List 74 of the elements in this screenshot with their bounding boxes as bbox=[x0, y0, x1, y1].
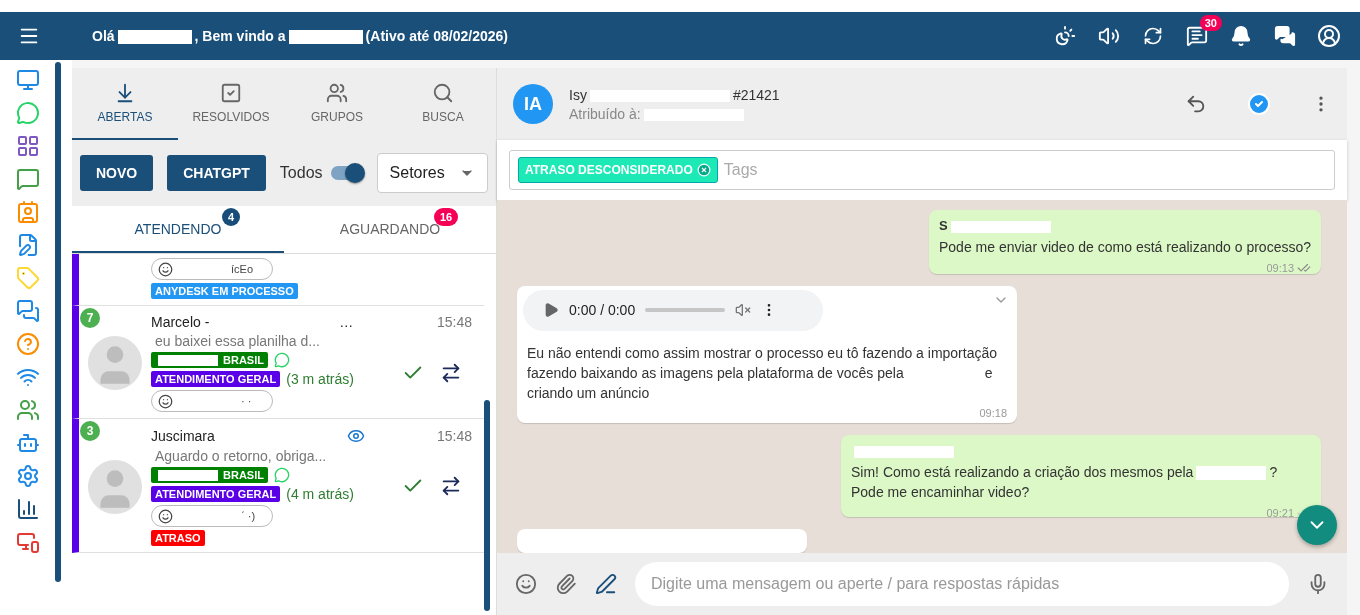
contact-name: Juscimara bbox=[151, 428, 341, 444]
ticket-time: 15:48 bbox=[436, 428, 472, 444]
tags-placeholder: Tags bbox=[723, 161, 758, 179]
queue-tag: ATENDIMENTO GERAL bbox=[151, 486, 281, 502]
tag-chip: ATRASO DESCONSIDERADO bbox=[518, 157, 718, 183]
unread-count: 3 bbox=[80, 421, 100, 441]
eye-icon bbox=[346, 427, 365, 445]
chat-bubbles-icon[interactable] bbox=[15, 299, 40, 323]
account-icon[interactable] bbox=[1316, 23, 1342, 49]
undo-icon[interactable] bbox=[1185, 93, 1207, 115]
message-text: Pode me enviar video de como está realizando o processo? bbox=[939, 238, 1311, 257]
users-icon[interactable] bbox=[15, 398, 40, 422]
message-time: 09:21 bbox=[1266, 507, 1294, 520]
devices-icon[interactable] bbox=[15, 530, 40, 554]
tab[interactable]: BUSCA bbox=[390, 68, 496, 140]
forum-icon[interactable] bbox=[1272, 23, 1298, 49]
emoji-icon[interactable] bbox=[515, 573, 537, 595]
chart-icon[interactable] bbox=[15, 497, 40, 521]
transfer-icon[interactable] bbox=[440, 475, 462, 497]
connection-tag: BRASIL bbox=[151, 352, 268, 368]
message-time: 09:18 bbox=[979, 407, 1007, 420]
whatsapp-icon bbox=[273, 352, 290, 368]
greeting-text: Olá , Bem vindo a (Ativo até 08/02/2026) bbox=[92, 27, 508, 45]
sender-name: S bbox=[939, 218, 1054, 233]
elapsed-time: (3 m atrás) bbox=[286, 371, 354, 387]
status-tag: ATRASO bbox=[151, 530, 205, 546]
contact-avatar: IA bbox=[513, 84, 553, 124]
ticket-time: 15:48 bbox=[436, 314, 472, 330]
queue-tag: ATENDIMENTO GERAL bbox=[151, 371, 281, 387]
sector-select[interactable]: Setores bbox=[376, 153, 488, 193]
toggle-switch[interactable] bbox=[330, 166, 363, 180]
elapsed-time: (4 m atrás) bbox=[286, 486, 354, 502]
resolve-icon[interactable] bbox=[1247, 92, 1271, 116]
group-icon bbox=[326, 82, 348, 104]
tab[interactable]: RESOLVIDOS bbox=[178, 68, 284, 140]
message-preview: Aguardo o retorno, obriga... bbox=[154, 448, 328, 464]
face-icon bbox=[158, 508, 173, 524]
play-icon[interactable] bbox=[543, 302, 559, 319]
audio-player[interactable]: 0:00 / 0:00 bbox=[523, 289, 823, 332]
transfer-icon[interactable] bbox=[440, 362, 462, 384]
status-tag: ANYDESK EM PROCESSO bbox=[151, 283, 298, 299]
connection-tag: BRASIL bbox=[151, 467, 268, 483]
tab[interactable]: GRUPOS bbox=[284, 68, 390, 140]
checkbox-icon bbox=[220, 82, 242, 104]
new-button[interactable]: NOVO bbox=[80, 155, 154, 191]
assigned-label: Atribuído à: bbox=[569, 105, 747, 122]
attach-icon[interactable] bbox=[555, 573, 577, 595]
message-preview: eu baixei essa planilha d... bbox=[154, 333, 321, 349]
face-icon bbox=[158, 393, 173, 409]
message-text: Eu não entendi como assim mostrar o processo eu tô fazendo a importação fazendo baixando as imagens pela plataforma de vocês pela e criando um anúncio bbox=[527, 344, 999, 404]
grid-icon[interactable] bbox=[15, 134, 40, 158]
message-time: 09:13 bbox=[1266, 262, 1294, 274]
monitor-icon[interactable] bbox=[15, 68, 40, 92]
double-check-icon bbox=[1297, 261, 1311, 275]
search-icon bbox=[432, 82, 454, 104]
ticket-item[interactable]: ícEo ANYDESK EM PROCESSO bbox=[72, 254, 484, 306]
filter-label: Todos bbox=[279, 164, 323, 182]
unread-count: 7 bbox=[80, 308, 100, 328]
robot-icon[interactable] bbox=[15, 431, 40, 455]
remove-icon[interactable] bbox=[696, 163, 711, 177]
chatgpt-button[interactable]: CHATGPT bbox=[167, 155, 266, 191]
scroll-down-button[interactable] bbox=[1297, 505, 1337, 545]
notification-count: 30 bbox=[1199, 15, 1222, 31]
whatsapp-icon bbox=[273, 467, 290, 483]
message-input[interactable]: Digite uma mensagem ou aperte / para respostas rápidas bbox=[635, 562, 1289, 606]
settings-icon[interactable] bbox=[15, 464, 40, 488]
face-icon bbox=[158, 261, 173, 277]
message-icon[interactable] bbox=[15, 167, 40, 191]
ticket-item[interactable]: 7 Marcelo - … 15:48 eu baixei essa planilha d... BRASIL ATENDIMENTO GERAL (3 m atrás) · · bbox=[72, 306, 484, 419]
message-text: Sim! Como está realizando a criação dos mesmos pela ? Pode me encaminhar video? bbox=[851, 463, 1279, 503]
volume-icon[interactable] bbox=[735, 302, 752, 319]
contact-name: Marcelo - … bbox=[151, 314, 354, 330]
signature-icon[interactable] bbox=[595, 573, 617, 595]
ticket-item[interactable]: 3 Juscimara 15:48 Aguardo o retorno, obriga... BRASIL ATENDIMENTO GERAL (4 m atrás) ˊ ·) ATRASO bbox=[72, 419, 484, 553]
